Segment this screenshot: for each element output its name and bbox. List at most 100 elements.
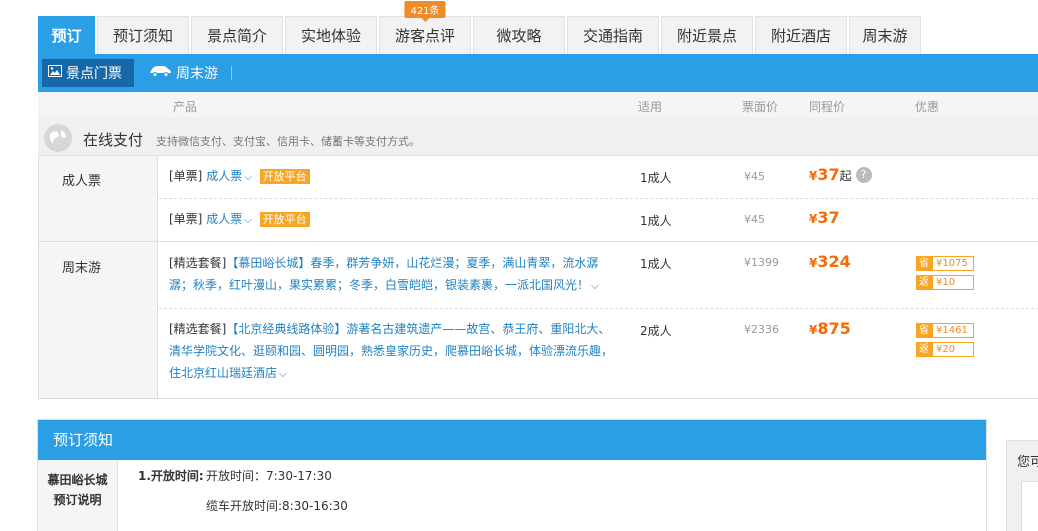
price-suffix: 起 bbox=[839, 169, 852, 183]
discount-tags: 省 ¥1461 返 ¥20 bbox=[916, 323, 974, 361]
product-name: [精选套餐]【慕田峪长城】春季，群芳争妍，山花烂漫；夏季，满山青翠，流水潺 潺；… bbox=[169, 252, 619, 298]
tab-label: 附近酒店 bbox=[770, 27, 831, 45]
tab-label: 游客点评 bbox=[394, 27, 455, 45]
tab-field-experience[interactable]: 实地体验 bbox=[285, 16, 377, 54]
payment-desc: 支持微信支付、支付宝、信用卡、储蓄卡等支付方式。 bbox=[156, 135, 420, 148]
cashback-tag: 返 ¥10 bbox=[916, 275, 974, 290]
notice-open-hours: 开放时间：7:30-17:30 bbox=[206, 469, 332, 483]
product-link[interactable]: 潺；秋季，红叶漫山，果实累累；冬季，白雪皑皑，银装素裹，一派北国风光！ bbox=[169, 278, 589, 292]
globe-icon bbox=[44, 124, 72, 152]
table-row: [精选套餐]【慕田峪长城】春季，群芳争妍，山花烂漫；夏季，满山青翠，流水潺 潺；… bbox=[159, 242, 1038, 309]
price-value: 324 bbox=[817, 252, 851, 271]
cashback-key: 返 bbox=[916, 342, 932, 357]
product-link[interactable]: 住北京红山瑞廷酒店 bbox=[169, 366, 277, 380]
tab-nearby-hotels[interactable]: 附近酒店 bbox=[755, 16, 847, 54]
tab-label: 周末游 bbox=[862, 27, 908, 45]
tab-label: 预订 bbox=[51, 27, 82, 45]
applicable-value: 1成人 bbox=[640, 171, 672, 185]
product-tag: [精选套餐] bbox=[169, 322, 227, 336]
notice-title: 预订须知 bbox=[38, 420, 986, 460]
price-value: 37 bbox=[817, 208, 840, 227]
tc-price: ¥875 bbox=[809, 319, 851, 338]
table-header: 产品 适用 票面价 同程价 优惠 bbox=[38, 92, 1038, 117]
tab-booking[interactable]: 预订 bbox=[38, 16, 95, 54]
product-name: [单票] 成人票 ⌵ 开放平台 bbox=[169, 165, 310, 189]
tc-price: ¥324 bbox=[809, 252, 851, 271]
applicable-value: 1成人 bbox=[640, 257, 672, 271]
detail-tabs: 预订 预订须知 景点简介 实地体验 421条 游客点评 微攻略 交通指南 附近景… bbox=[38, 1, 923, 54]
tab-nearby-spots[interactable]: 附近景点 bbox=[661, 16, 753, 54]
cashback-key: 返 bbox=[916, 275, 932, 290]
save-value: ¥1075 bbox=[932, 256, 974, 271]
table-row: [单票] 成人票 ⌵ 开放平台 1成人 ¥45 ¥37 bbox=[159, 199, 1038, 242]
category-label: 周末游 bbox=[62, 261, 102, 276]
product-type-bar: 景点门票 周末游 bbox=[38, 54, 1038, 92]
tab-label: 预订须知 bbox=[112, 27, 173, 45]
side-widget: 您可 bbox=[1006, 440, 1038, 531]
category-weekend: 周末游 bbox=[39, 242, 158, 398]
notice-side-line: 慕田峪长城 bbox=[47, 473, 108, 487]
tab-label: 景点简介 bbox=[206, 27, 267, 45]
product-link[interactable]: 清华学院文化、逛颐和园、圆明园，熟悉皇家历史，爬慕田峪长城，体验漂流乐趣， bbox=[169, 344, 613, 358]
face-price: ¥45 bbox=[744, 213, 765, 226]
booking-notice: 预订须知 慕田峪长城 预订说明 1.开放时间: 开放时间：7:30-17:30 … bbox=[37, 419, 987, 531]
tc-price: ¥37 bbox=[809, 208, 840, 227]
price-value: 37 bbox=[817, 165, 840, 184]
picture-icon bbox=[48, 65, 62, 81]
col-product: 产品 bbox=[173, 100, 198, 114]
face-price: ¥2336 bbox=[744, 323, 779, 336]
tab-transport[interactable]: 交通指南 bbox=[567, 16, 659, 54]
tab-booking-notice[interactable]: 预订须知 bbox=[97, 16, 189, 54]
product-table: 成人票 周末游 [单票] 成人票 ⌵ 开放平台 1成人 ¥45 ¥37起? [单票… bbox=[38, 156, 1038, 399]
notice-side-line: 预订说明 bbox=[53, 493, 102, 507]
chevron-down-icon[interactable]: ⌵ bbox=[244, 172, 252, 183]
product-link[interactable]: 【慕田峪长城】春季，群芳争妍，山花烂漫；夏季，满山青翠，流水潺 bbox=[226, 256, 598, 270]
product-link[interactable]: 【北京经典线路体验】游著名古建筑遗产——故宫、恭王府、重阳北大、 bbox=[226, 322, 610, 336]
applicable-value: 2成人 bbox=[640, 324, 672, 338]
tab-label: 交通指南 bbox=[582, 27, 643, 45]
car-icon bbox=[148, 65, 172, 81]
product-tag: [精选套餐] bbox=[169, 256, 227, 270]
face-price: ¥1399 bbox=[744, 256, 779, 269]
subtab-tickets[interactable]: 景点门票 bbox=[42, 59, 134, 87]
subtab-weekend[interactable]: 周末游 bbox=[148, 59, 218, 87]
notice-side-label: 慕田峪长城 预订说明 bbox=[38, 460, 118, 531]
product-link[interactable]: 成人票 bbox=[206, 169, 242, 183]
product-link[interactable]: 成人票 bbox=[206, 212, 242, 226]
product-tag: [单票] bbox=[169, 212, 203, 226]
save-key: 省 bbox=[916, 256, 932, 271]
subtab-label: 景点门票 bbox=[66, 66, 122, 82]
open-platform-badge: 开放平台 bbox=[259, 212, 310, 227]
face-price: ¥45 bbox=[744, 170, 765, 183]
col-applicable: 适用 bbox=[638, 100, 663, 114]
notice-item-label: 1.开放时间: bbox=[138, 469, 204, 483]
tab-weekend[interactable]: 周末游 bbox=[849, 16, 921, 54]
divider bbox=[231, 66, 232, 80]
category-adult: 成人票 bbox=[39, 156, 158, 242]
tab-label: 微攻略 bbox=[496, 27, 542, 45]
chevron-down-icon[interactable]: ⌵ bbox=[279, 369, 287, 380]
tab-mini-guide[interactable]: 微攻略 bbox=[473, 16, 565, 54]
price-value: 875 bbox=[817, 319, 851, 338]
side-widget-text: 您可 bbox=[1017, 455, 1038, 470]
save-tag: 省 ¥1461 bbox=[916, 323, 974, 338]
open-platform-badge: 开放平台 bbox=[259, 169, 310, 184]
tc-price: ¥37起? bbox=[809, 165, 872, 184]
col-face-price: 票面价 bbox=[742, 100, 779, 114]
tab-reviews[interactable]: 421条 游客点评 bbox=[379, 1, 471, 54]
help-icon[interactable]: ? bbox=[855, 167, 872, 183]
chevron-down-icon[interactable]: ⌵ bbox=[591, 281, 599, 292]
save-tag: 省 ¥1075 bbox=[916, 256, 974, 271]
cashback-value: ¥10 bbox=[932, 275, 974, 290]
online-payment-row: 在线支付 支持微信支付、支付宝、信用卡、储蓄卡等支付方式。 bbox=[38, 117, 1038, 156]
tab-label: 附近景点 bbox=[676, 27, 737, 45]
tab-scenic-intro[interactable]: 景点简介 bbox=[191, 16, 283, 54]
chevron-down-icon[interactable]: ⌵ bbox=[244, 215, 252, 226]
product-name: [单票] 成人票 ⌵ 开放平台 bbox=[169, 208, 310, 232]
review-count-badge: 421条 bbox=[404, 1, 446, 22]
product-tag: [单票] bbox=[169, 169, 203, 183]
product-name: [精选套餐]【北京经典线路体验】游著名古建筑遗产——故宫、恭王府、重阳北大、 清… bbox=[169, 318, 629, 386]
category-label: 成人票 bbox=[62, 174, 102, 189]
cashback-tag: 返 ¥20 bbox=[916, 342, 974, 357]
table-row: [单票] 成人票 ⌵ 开放平台 1成人 ¥45 ¥37起? bbox=[159, 156, 1038, 199]
